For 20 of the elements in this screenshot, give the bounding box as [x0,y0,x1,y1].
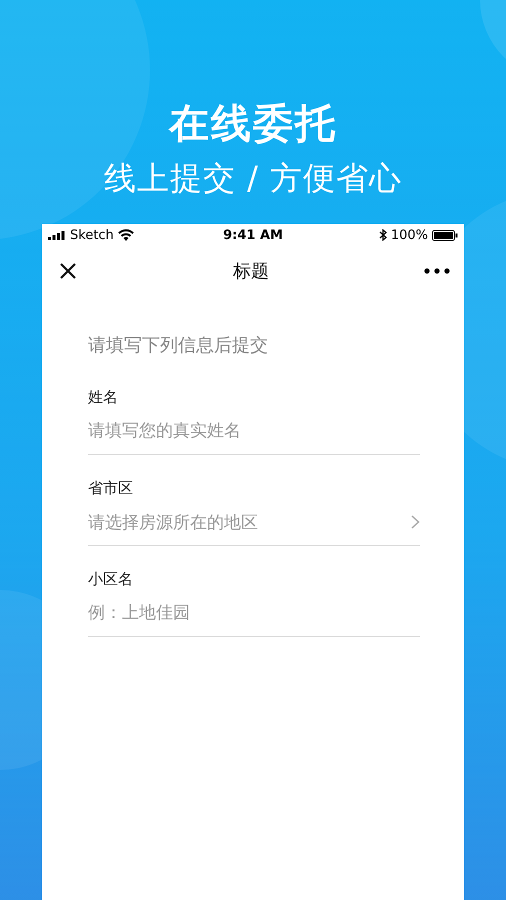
hero-subtitle: 线上提交 / 方便省心 [104,158,402,198]
chevron-icon [411,515,420,529]
field-label: 姓名 [88,387,119,408]
carrier-name: Sketch [70,228,114,242]
close-icon[interactable] [58,261,78,281]
battery-icon [432,230,458,240]
signal-icon [48,230,66,240]
nav-title: 标题 [233,260,269,283]
field-label: 小区名 [88,569,134,590]
hero-title: 在线委托 [169,100,337,148]
battery-percent: 100% [390,228,428,242]
status-time: 9:41 AM [223,228,283,242]
form-intro: 请填写下列信息后提交 [88,334,269,358]
field-label: 省市区 [88,478,134,499]
region-select[interactable]: 请选择房源所在的地区 [88,499,420,545]
input-field[interactable]: 请填写您的真实姓名 [88,421,420,441]
bluetooth-icon [378,229,387,241]
wifi-icon [118,229,134,241]
more-icon[interactable] [424,268,450,274]
input-field[interactable]: 例：上地佳园 [88,603,420,623]
